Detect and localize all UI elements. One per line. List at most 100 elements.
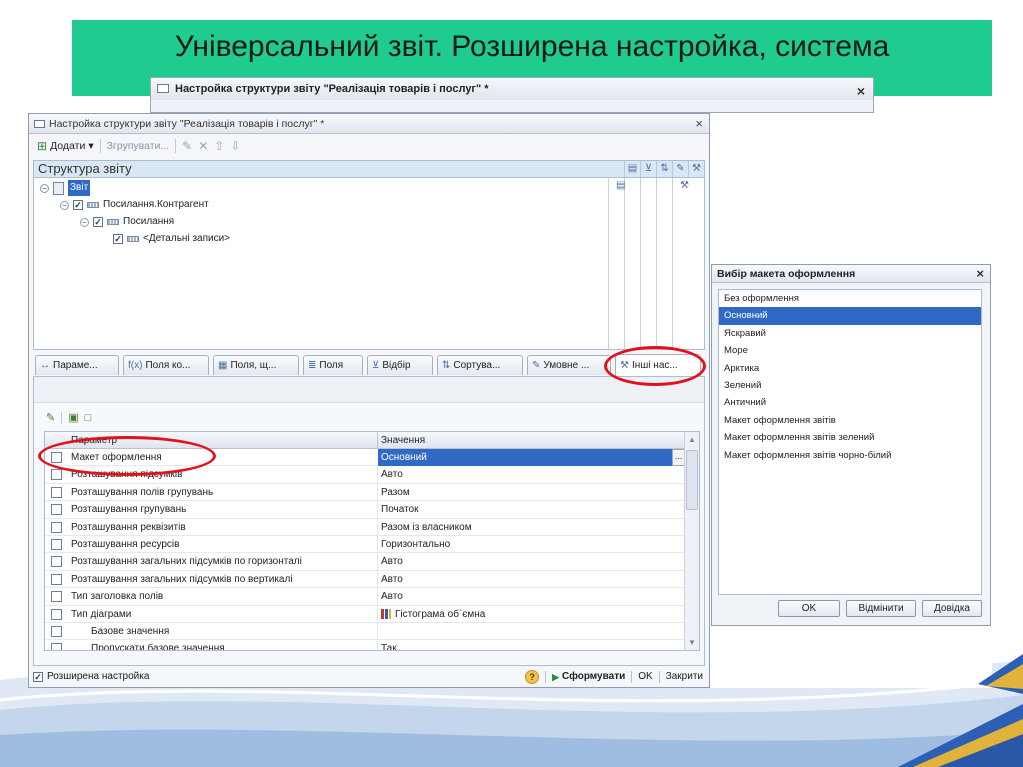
tree-node-report[interactable]: − Звіт [40,180,91,196]
list-item[interactable]: Макет оформлення звітів [719,412,981,429]
cancel-button[interactable]: Відмінити [846,600,916,617]
company-logo [898,654,1023,767]
tab-label: Поля, щ... [230,359,277,371]
row-checkbox[interactable] [51,486,62,498]
scroll-down-icon[interactable]: ▼ [685,635,699,650]
row-checkbox[interactable] [51,556,62,568]
uncheck-all-icon[interactable]: □ [85,412,92,424]
list-item[interactable]: Море [719,342,981,359]
row-checkbox[interactable] [51,591,62,603]
row-value[interactable]: Авто [381,571,403,588]
toolbar: ⊞ Додати ▾ Згрупувати... ✎ ✕ ⇧ ⇩ [29,134,709,158]
tab-conditional-appearance[interactable]: ✎ Умовне ... [527,355,611,375]
row-value[interactable]: Гістограма об`ємна [381,606,485,623]
row-value[interactable]: Разом [381,484,410,501]
row-value[interactable]: Разом із власником [381,519,472,536]
collapse-icon[interactable]: − [80,217,89,227]
row-checkbox[interactable] [51,573,62,585]
close-icon[interactable]: × [857,80,865,102]
tab-fields[interactable]: ≣ Поля [303,355,363,375]
row-checkbox[interactable] [51,539,62,550]
grid-scrollbar[interactable]: ▲ ▼ [684,432,699,650]
list-item[interactable]: Арктика [719,360,981,377]
tab-sorting[interactable]: ⇅ Сортува... [437,355,523,375]
row-value[interactable]: Авто [381,588,403,605]
grouping-column-icon[interactable]: ▤ [624,161,640,177]
collapse-icon[interactable]: − [40,183,49,193]
delete-icon[interactable]: ✕ [198,139,208,153]
table-row[interactable]: Розташування загальних підсумків по верт… [45,570,685,589]
row-checkbox[interactable] [51,626,62,637]
close-icon[interactable]: × [976,265,984,283]
advanced-settings-checkbox[interactable]: ✓ [33,672,43,682]
row-checkbox[interactable] [51,504,62,516]
tree-node-details[interactable]: ✓ <Детальні записи> [113,231,230,247]
cell-divider [377,588,378,606]
generate-button[interactable]: ▶ Сформувати [552,668,625,686]
row-checkbox[interactable] [51,643,62,650]
add-button[interactable]: ⊞ Додати ▾ [37,139,94,153]
table-row[interactable]: Пропускати базове значення Так [45,640,685,650]
add-button-label: Додати [50,140,86,152]
column-header-value[interactable]: Значення [381,432,425,449]
table-row[interactable]: Базове значення [45,623,685,641]
dialog-title: Вибір макета оформлення [717,268,856,280]
list-item-selected[interactable]: Основний [719,307,981,325]
row-checkbox[interactable] [51,608,62,620]
list-item[interactable]: Макет оформлення звітів чорно-білий [719,447,981,464]
parameters-icon: ↔ [40,359,50,371]
table-row[interactable]: Розташування групувань Початок [45,501,685,519]
row-value[interactable]: Так [381,640,397,650]
row-checkbox[interactable] [51,521,62,533]
check-all-icon[interactable]: ▣ [68,411,78,424]
row-parameter: Розташування реквізитів [71,521,186,533]
row-checkbox[interactable] [51,469,62,481]
node-checkbox[interactable]: ✓ [113,234,123,244]
tab-resource-fields[interactable]: ▦ Поля, щ... [213,355,299,375]
group-button[interactable]: Згрупувати... [107,140,170,152]
collapse-icon[interactable]: − [60,200,69,210]
table-row[interactable]: Тип діаграми Гістограма об`ємна [45,605,685,623]
node-checkbox[interactable]: ✓ [93,217,103,227]
edit-icon[interactable]: ✎ [182,139,192,153]
row-value[interactable]: Авто [381,466,403,483]
list-item[interactable]: Макет оформлення звітів зелений [719,429,981,446]
edit-icon[interactable]: ✎ [46,411,55,424]
row-value[interactable]: Горизонтально [381,536,450,553]
list-item[interactable]: Яскравий [719,325,981,342]
table-row[interactable]: Розташування реквізитів Разом із власник… [45,518,685,536]
table-row[interactable]: Тип заголовка полів Авто [45,588,685,606]
close-icon[interactable]: × [695,114,703,134]
help-icon[interactable]: ? [525,670,540,684]
list-item[interactable]: Античний [719,394,981,411]
tree-node-reference[interactable]: − ✓ Посилання [80,214,174,230]
row-value[interactable]: Початок [381,501,419,518]
filter-column-icon[interactable]: ⊻ [640,161,656,177]
sort-icon: ⇅ [442,359,451,371]
row-value[interactable]: Основний [378,449,672,466]
help-button[interactable]: Довідка [922,600,982,617]
window-actions: ? ▶ Сформувати OK Закрити [525,668,703,686]
row-value[interactable]: Авто [381,553,403,570]
scroll-up-icon[interactable]: ▲ [685,432,699,447]
tab-parameters[interactable]: ↔ Параме... [35,355,119,375]
field-icon [127,236,139,242]
tree-node-counterparty[interactable]: − ✓ Посилання.Контрагент [60,197,209,213]
table-row[interactable]: Розташування загальних підсумків по гори… [45,553,685,571]
table-row[interactable]: Розташування ресурсів Горизонтально [45,536,685,554]
ok-button[interactable]: OK [638,668,652,686]
scroll-thumb[interactable] [686,450,698,510]
order-column-icon[interactable]: ⇅ [656,161,672,177]
close-button[interactable]: Закрити [666,668,703,686]
node-checkbox[interactable]: ✓ [73,200,83,210]
list-item[interactable]: Зелений [719,377,981,394]
tab-filter[interactable]: ⊻ Відбір [367,355,433,375]
settings-column-icon[interactable]: ⚒ [688,161,704,177]
move-down-icon[interactable]: ⇩ [230,139,240,153]
appearance-column-icon[interactable]: ✎ [672,161,688,177]
move-up-icon[interactable]: ⇧ [214,139,224,153]
table-row[interactable]: Розташування полів групувань Разом [45,483,685,502]
ok-button[interactable]: OK [778,600,840,617]
tab-calculated-fields[interactable]: f(x) Поля ко... [123,355,209,375]
list-item[interactable]: Без оформлення [719,290,981,307]
